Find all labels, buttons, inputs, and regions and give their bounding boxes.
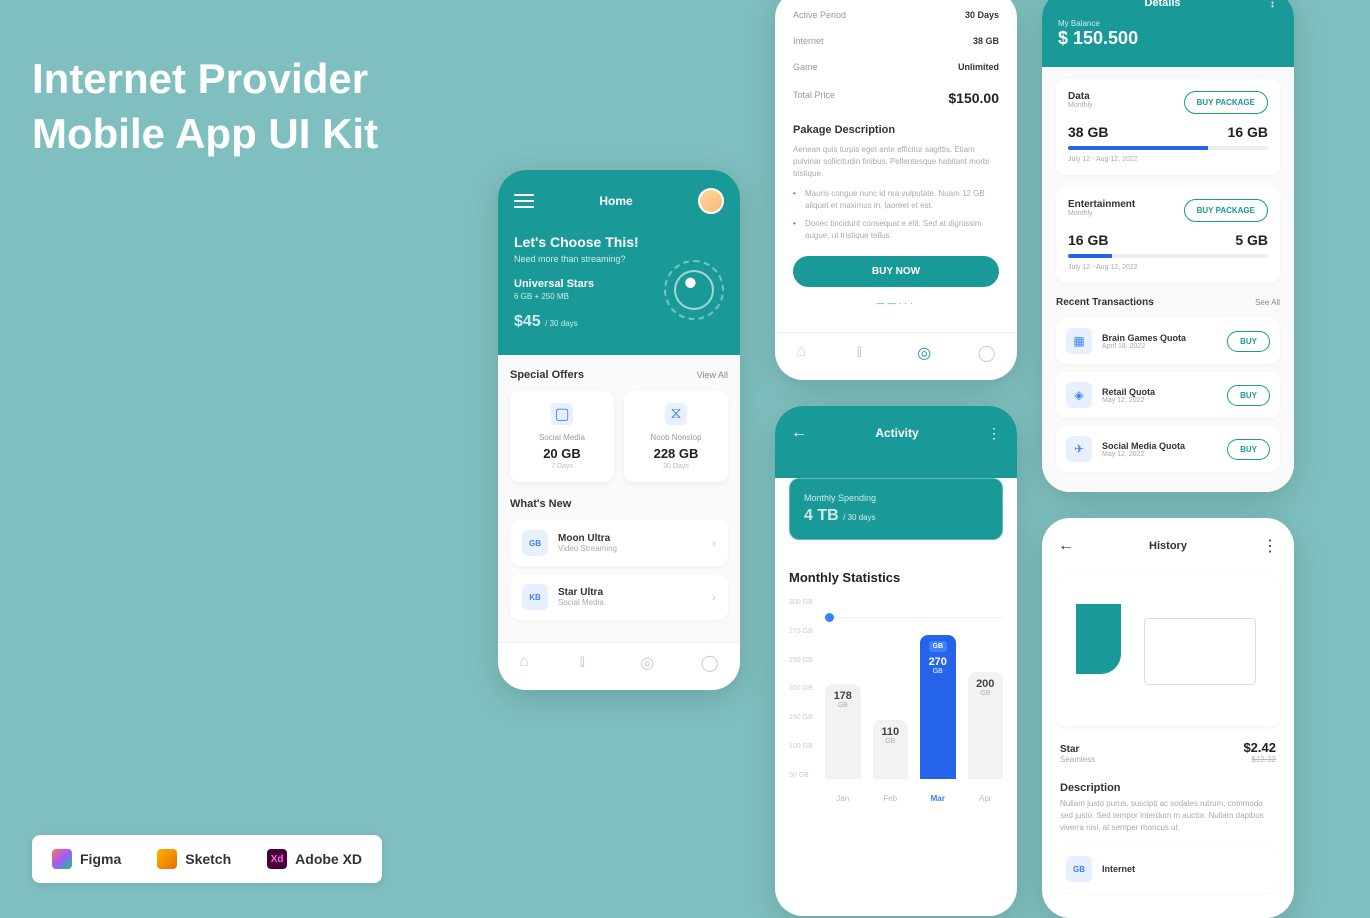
quota-card: DataMonthlyBUY PACKAGE 38 GB16 GB July 1… — [1056, 79, 1280, 175]
desc-title: Description — [1042, 774, 1294, 798]
screen-details: Details ⋮ My Balance $ 150.500 DataMonthl… — [1042, 0, 1294, 492]
page-title: Internet ProviderMobile App UI Kit — [32, 52, 378, 161]
globe-icon — [664, 260, 724, 320]
screen-package: Active Period30 Days Internet38 GB GameU… — [775, 0, 1017, 380]
buy-package-button[interactable]: BUY PACKAGE — [1184, 91, 1268, 114]
spending-card: Monthly Spending 4 TB / 30 days — [789, 478, 1003, 540]
price: $2.42 — [1243, 740, 1276, 755]
tool-xd: XdAdobe XD — [267, 849, 362, 869]
quota-card: EntertainmentMonthlyBUY PACKAGE 16 GB5 G… — [1056, 187, 1280, 283]
back-icon[interactable]: ← — [1058, 537, 1074, 555]
user-icon[interactable]: ◯ — [978, 343, 996, 361]
label: Active Period — [793, 10, 846, 20]
slider-track[interactable] — [825, 617, 1003, 618]
desc-text: Nullam justo purus, suscipit ac sodales … — [1042, 798, 1294, 834]
old-price: $12.32 — [1243, 755, 1276, 764]
stats-icon[interactable]: ⫾ — [857, 343, 875, 361]
back-icon[interactable]: ← — [791, 424, 807, 442]
globe-icon[interactable]: ◎ — [917, 343, 935, 361]
hero-title: Let's Choose This! — [514, 234, 724, 250]
screen-title: Details — [1144, 0, 1180, 9]
bullet: Mauris congue nunc id nra vulputate. Nua… — [793, 188, 999, 212]
screen-title: Activity — [875, 426, 918, 440]
more-icon[interactable]: ⋮ — [1267, 0, 1278, 9]
screen-history: ← History ⋮ StarSeamless $2.42$12.32 Des… — [1042, 518, 1294, 918]
transaction-item: ✈Social Media QuotaMay 12, 2022BUY — [1056, 426, 1280, 472]
figma-icon — [52, 849, 72, 869]
balance-label: My Balance — [1058, 19, 1278, 28]
badge-icon: KB — [522, 584, 548, 610]
home-icon[interactable]: ⌂ — [796, 343, 814, 361]
offers-title: Special Offers — [510, 369, 584, 381]
screen-activity: ← Activity ⋮ Monthly Spending 4 TB / 30 … — [775, 406, 1017, 916]
transaction-item: ◈Retail QuotaMay 12, 2022BUY — [1056, 372, 1280, 418]
buy-package-button[interactable]: BUY PACKAGE — [1184, 199, 1268, 222]
menu-icon[interactable] — [514, 194, 534, 208]
desc-text: Aenean quis turpis eget ante efficitur s… — [793, 144, 999, 180]
total-label: Total Price — [793, 90, 835, 106]
bottom-nav: ⌂ ⫾ ◎ ◯ — [775, 332, 1017, 371]
buy-now-button[interactable]: BUY NOW — [793, 256, 999, 287]
chart-title: Monthly Statistics — [789, 570, 1003, 585]
screen-title: History — [1149, 540, 1187, 552]
buy-button[interactable]: BUY — [1227, 331, 1270, 352]
page-dots: ——··· — [793, 299, 999, 308]
buy-button[interactable]: BUY — [1227, 385, 1270, 406]
desc-title: Pakage Description — [793, 124, 999, 136]
badge-icon: GB — [1066, 856, 1092, 882]
label: Game — [793, 62, 818, 72]
tool-sketch: Sketch — [157, 849, 231, 869]
user-icon[interactable]: ◯ — [701, 653, 719, 671]
xd-icon: Xd — [267, 849, 287, 869]
game-icon: ▦ — [1066, 328, 1092, 354]
chevron-right-icon: › — [712, 590, 716, 604]
news-item[interactable]: GB Moon UltraVideo Streaming › — [510, 520, 728, 566]
more-icon[interactable]: ⋮ — [1262, 536, 1278, 556]
offer-card[interactable]: ⧖ Noob Nonstop 228 GB 30 Days — [624, 391, 728, 482]
offers-view-all[interactable]: View All — [697, 370, 728, 380]
bottom-nav: ⌂ ⫾ ◎ ◯ — [498, 642, 740, 681]
screen-title: Home — [599, 194, 632, 208]
bullet: Donec tincidunt consequat e elit. Sed at… — [793, 218, 999, 242]
hourglass-icon: ⧖ — [665, 403, 687, 425]
news-item[interactable]: KB Star UltraSocial Media › — [510, 574, 728, 620]
transaction-item: ▦Brain Games QuotaApril 18, 2022BUY — [1056, 318, 1280, 364]
illustration — [1056, 576, 1280, 726]
tag-icon: ◈ — [1066, 382, 1092, 408]
total-price: $150.00 — [948, 90, 999, 106]
sketch-icon — [157, 849, 177, 869]
chat-icon: ▢ — [551, 403, 573, 425]
label: Internet — [793, 36, 824, 46]
balance-value: $ 150.500 — [1058, 28, 1278, 49]
send-icon: ✈ — [1066, 436, 1092, 462]
home-icon[interactable]: ⌂ — [519, 653, 537, 671]
internet-item[interactable]: GB Internet — [1056, 846, 1280, 892]
chevron-right-icon: › — [712, 536, 716, 550]
offer-card[interactable]: ▢ Social Media 20 GB 7 Days — [510, 391, 614, 482]
screen-home: Home Let's Choose This! Need more than s… — [498, 170, 740, 690]
buy-button[interactable]: BUY — [1227, 439, 1270, 460]
stats-icon[interactable]: ⫾ — [580, 653, 598, 671]
bar-chart: 300 GB 275 GB 250 GB 200 GB 150 GB 100 G… — [789, 599, 1003, 819]
badge-icon: GB — [522, 530, 548, 556]
tools-bar: Figma Sketch XdAdobe XD — [32, 835, 382, 883]
avatar[interactable] — [698, 188, 724, 214]
more-icon[interactable]: ⋮ — [987, 425, 1001, 442]
globe-icon[interactable]: ◎ — [640, 653, 658, 671]
trans-title: Recent Transactions — [1056, 297, 1154, 308]
news-title: What's New — [510, 498, 571, 510]
see-all-link[interactable]: See All — [1255, 298, 1280, 307]
tool-figma: Figma — [52, 849, 121, 869]
